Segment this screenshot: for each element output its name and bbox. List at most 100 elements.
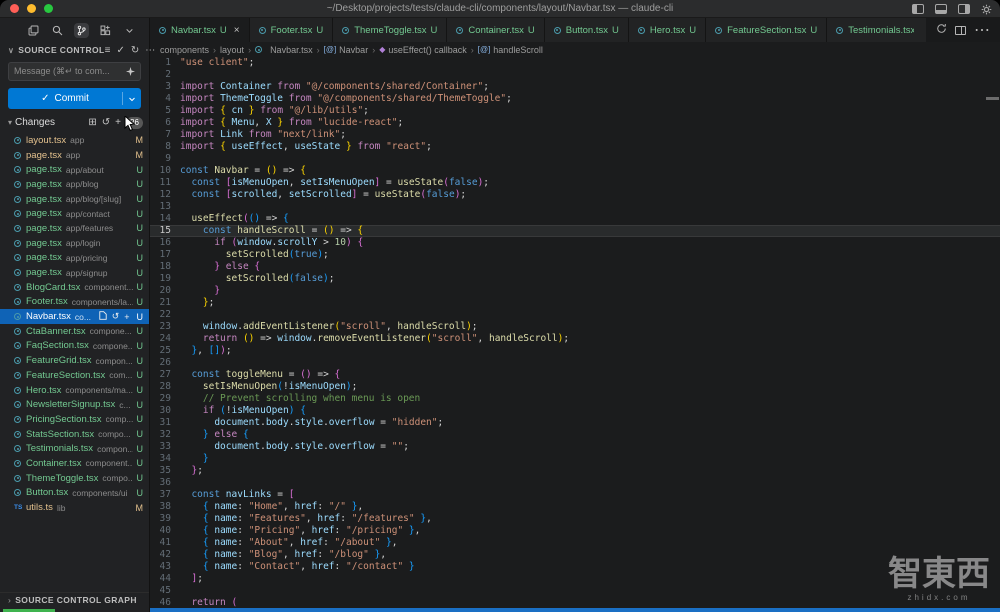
code-text: }; [180,465,203,477]
minimize-window-button[interactable] [27,4,36,13]
line-number: 30 [150,405,180,417]
scm-file-row-page.tsx[interactable]: page.tsxapp/contactU [0,206,149,221]
editor-more-actions-icon[interactable]: ⋯ [974,20,990,40]
tab-Testimonials.tsx[interactable]: Testimonials.tsx [827,18,926,42]
split-editor-icon[interactable] [955,26,966,35]
react-file-icon [14,298,21,305]
source-control-graph-header[interactable]: ›SOURCE CONTROL GRAPH [0,592,149,607]
close-tab-icon[interactable]: × [234,25,240,36]
generate-commit-message-sparkle-icon[interactable] [126,63,135,81]
code-line-38: 38 { name: "Home", href: "/" }, [150,501,1000,513]
code-text: if (!isMenuOpen) { [180,405,306,417]
breadcrumb-item[interactable]: ◆useEffect() callback [379,45,467,55]
breadcrumb-label: components [160,45,209,55]
tab-Container.tsx[interactable]: Container.tsxU [447,18,544,42]
scm-file-row-StatsSection.tsx[interactable]: StatsSection.tsxcompo...U [0,427,149,442]
discard-all-changes-icon[interactable]: ↺ [102,117,110,128]
tab-ThemeToggle.tsx[interactable]: ThemeToggle.tsxU [333,18,447,42]
commit-button[interactable]: ✓Commit [8,88,141,109]
tab-Footer.tsx[interactable]: Footer.tsxU [250,18,334,42]
file-path: app [70,135,131,145]
line-number: 44 [150,573,180,585]
scm-file-row-CtaBanner.tsx[interactable]: CtaBanner.tsxcompone...U [0,324,149,339]
scm-file-row-NewsletterSignup.tsx[interactable]: NewsletterSignup.tsxc...U [0,397,149,412]
file-path: app [66,150,132,160]
scm-file-row-Footer.tsx[interactable]: Footer.tsxcomponents/la...U [0,295,149,310]
scm-file-row-Container.tsx[interactable]: Container.tsxcomponent...U [0,456,149,471]
refresh-icon[interactable]: ↻ [131,45,139,56]
scm-file-row-PricingSection.tsx[interactable]: PricingSection.tsxcomp...U [0,412,149,427]
code-line-26: 26 [150,357,1000,369]
scm-file-row-page.tsx[interactable]: page.tsxapp/blogU [0,177,149,192]
toggle-secondary-sidebar-icon[interactable] [958,4,970,14]
view-and-sort-icon[interactable]: ≡ [105,45,111,56]
breadcrumb-item[interactable]: components [160,45,209,55]
stage-changes-icon[interactable]: + [124,312,129,322]
source-control-icon[interactable] [74,23,89,38]
zoom-window-button[interactable] [44,4,53,13]
scm-file-row-BlogCard.tsx[interactable]: BlogCard.tsxcomponent...U [0,280,149,295]
more-views-chevron-icon[interactable] [122,23,137,38]
file-path: compone... [90,326,133,336]
file-name: page.tsx [26,194,62,205]
scm-file-row-page.tsx[interactable]: page.tsxapp/pricingU [0,251,149,266]
line-number: 8 [150,141,180,153]
line-number: 45 [150,585,180,597]
scm-file-row-FeatureGrid.tsx[interactable]: FeatureGrid.tsxcompon...U [0,353,149,368]
breadcrumb: components›layout›Navbar.tsx›[@]Navbar›◆… [150,42,1000,57]
discard-changes-icon[interactable]: ↺ [112,311,120,322]
scm-file-row-FeatureSection.tsx[interactable]: FeatureSection.tsxcom...U [0,368,149,383]
stage-all-changes-icon[interactable]: + [115,117,121,128]
toggle-primary-sidebar-icon[interactable] [912,4,924,14]
vscode-window: ~/Desktop/projects/tests/claude-cli/comp… [0,0,1000,612]
scm-file-row-utils.ts[interactable]: TSutils.tslibM [0,500,149,515]
breadcrumb-item[interactable]: [@]handleScroll [478,45,543,55]
source-control-header[interactable]: ∨SOURCE CONTROL [8,45,105,55]
scm-file-row-page.tsx[interactable]: page.tsxapp/signupU [0,265,149,280]
open-changes-icon[interactable] [936,21,947,39]
line-number: 33 [150,441,180,453]
more-actions-icon[interactable]: ⋯ [145,45,155,56]
commit-message-input[interactable]: Message (⌘↵ to com... [8,62,141,81]
scm-file-row-page.tsx[interactable]: page.tsxappM [0,148,149,163]
scm-file-row-FaqSection.tsx[interactable]: FaqSection.tsxcompone...U [0,339,149,354]
search-icon[interactable] [50,23,65,38]
line-number: 4 [150,93,180,105]
code-text: import { useEffect, useState } from "rea… [180,141,432,153]
code-editor[interactable]: 1"use client";23import Container from "@… [150,57,1000,612]
scm-file-row-Hero.tsx[interactable]: Hero.tsxcomponents/ma...U [0,383,149,398]
breadcrumb-item[interactable]: [@]Navbar [324,45,369,55]
tab-Hero.tsx[interactable]: Hero.tsxU [629,18,706,42]
toggle-panel-icon[interactable] [935,4,947,14]
scm-file-row-page.tsx[interactable]: page.tsxapp/featuresU [0,221,149,236]
code-text: import Container from "@/components/shar… [180,81,489,93]
tab-FeatureSection.tsx[interactable]: FeatureSection.tsxU [706,18,827,42]
scm-file-row-page.tsx[interactable]: page.tsxapp/blog/[slug]U [0,192,149,207]
code-line-10: 10const Navbar = () => { [150,165,1000,177]
explorer-icon[interactable] [26,23,41,38]
scm-file-row-Navbar.tsx[interactable]: Navbar.tsxco...↺+U [0,309,149,324]
breadcrumb-item[interactable]: Navbar.tsx [255,45,313,55]
view-as-tree-icon[interactable]: ⊞ [88,117,96,128]
customize-layout-gear-icon[interactable] [981,4,992,15]
scrollbar-thumb[interactable] [986,97,999,100]
code-line-32: 32 } else { [150,429,1000,441]
scm-file-row-ThemeToggle.tsx[interactable]: ThemeToggle.tsxcompo...U [0,471,149,486]
breadcrumb-item[interactable]: layout [220,45,244,55]
commit-dropdown-chevron-icon[interactable] [123,95,141,103]
open-file-icon[interactable] [99,311,107,322]
extensions-icon[interactable] [98,23,113,38]
line-number: 14 [150,213,180,225]
tab-Button.tsx[interactable]: Button.tsxU [545,18,629,42]
code-text: const [scrolled, setScrolled] = useState… [180,189,466,201]
scm-file-row-Testimonials.tsx[interactable]: Testimonials.tsxcompon...U [0,441,149,456]
close-window-button[interactable] [10,4,19,13]
tab-Navbar.tsx[interactable]: Navbar.tsxU× [150,18,250,42]
code-line-27: 27 const toggleMenu = () => { [150,369,1000,381]
code-line-30: 30 if (!isMenuOpen) { [150,405,1000,417]
scm-file-row-page.tsx[interactable]: page.tsxapp/loginU [0,236,149,251]
line-number: 34 [150,453,180,465]
scm-file-row-Button.tsx[interactable]: Button.tsxcomponents/uiU [0,486,149,501]
scm-file-row-page.tsx[interactable]: page.tsxapp/aboutU [0,162,149,177]
commit-check-icon[interactable]: ✓ [116,45,124,56]
